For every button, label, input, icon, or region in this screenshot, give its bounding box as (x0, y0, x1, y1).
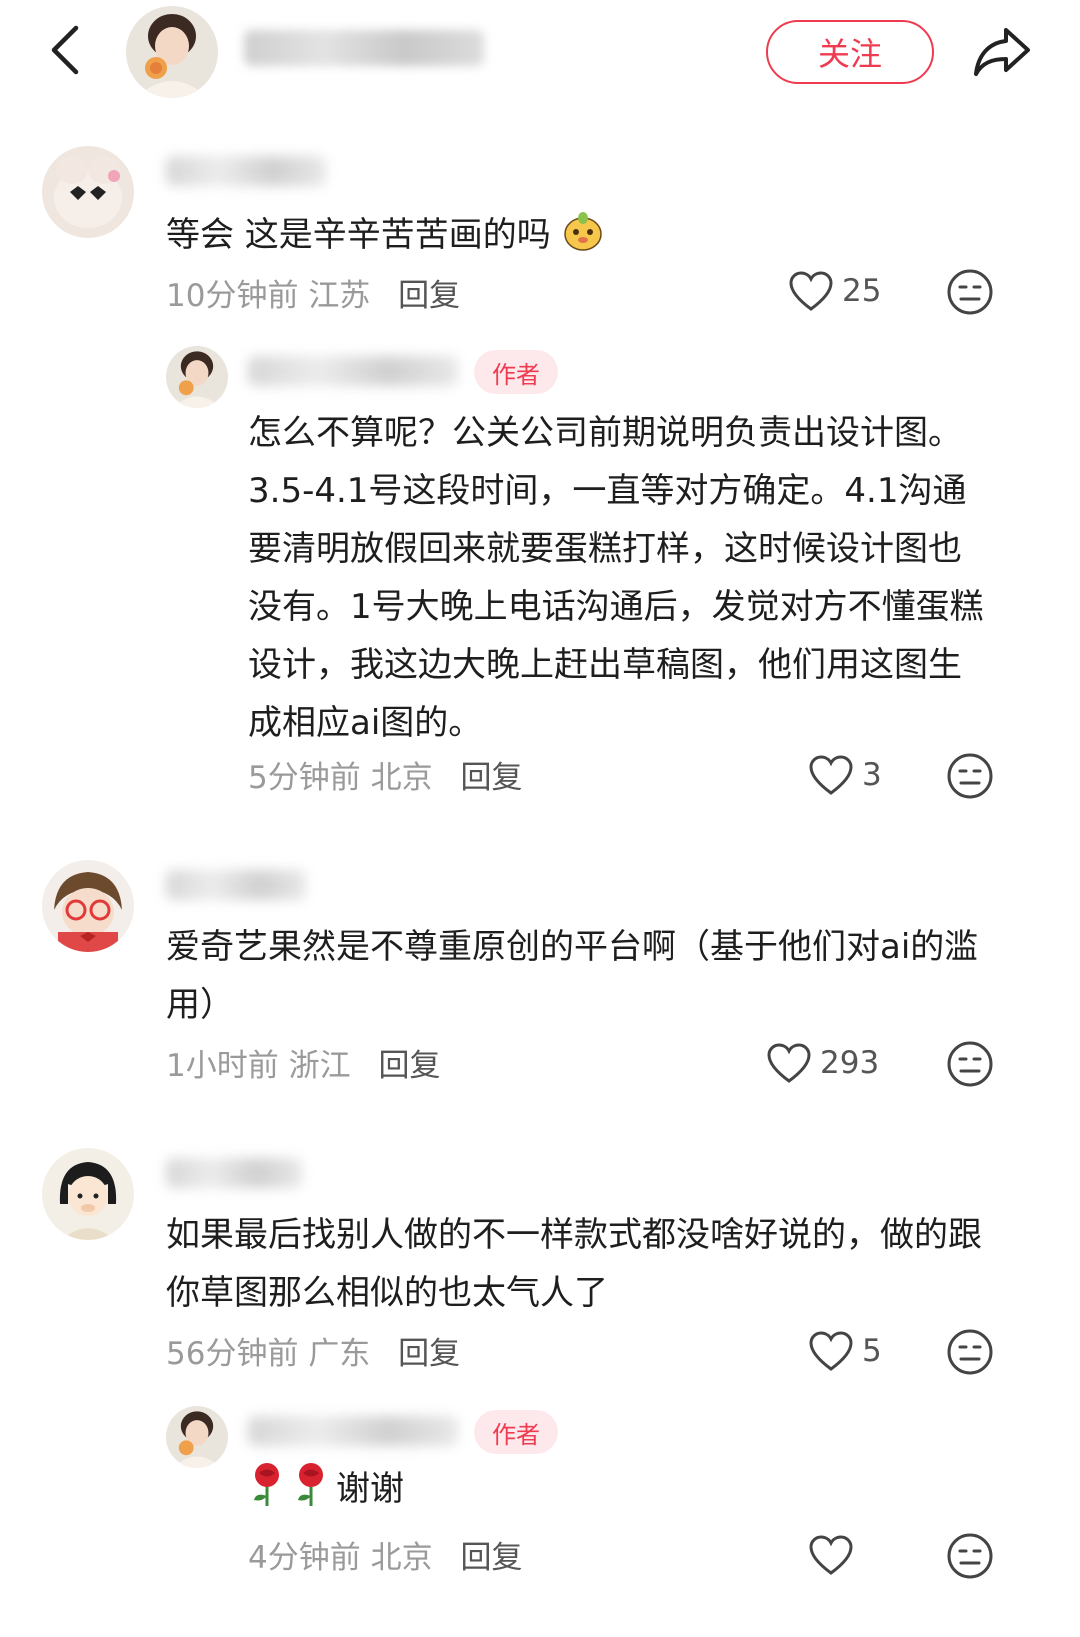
comment-time: 10分钟前 (166, 278, 299, 314)
comment-time: 56分钟前 (166, 1336, 299, 1372)
comment-meta: 1小时前 浙江 回复 (166, 1040, 440, 1085)
commenter-name-blurred (166, 156, 326, 186)
comment-text: 谢谢 (248, 1460, 992, 1518)
neutral-face-icon[interactable] (946, 1532, 994, 1580)
rose-icon (254, 1463, 279, 1506)
mustard-bear-emoji-icon (563, 212, 602, 251)
comment-meta: 4分钟前 北京 回复 (248, 1532, 522, 1577)
heart-outline-icon (809, 755, 853, 795)
rose-icon (298, 1463, 323, 1506)
like-count: 25 (842, 273, 882, 309)
comment-location: 北京 (370, 1540, 433, 1576)
like-button[interactable]: 25 (788, 270, 881, 312)
reply-button[interactable]: 回复 (398, 1336, 460, 1372)
top-bar: 关注 (0, 0, 1080, 100)
comment-text: 如果最后找别人做的不一样款式都没啥好说的，做的跟你草图那么相似的也太气人了 (166, 1215, 982, 1313)
like-button[interactable] (808, 1534, 854, 1576)
comment-meta: 10分钟前 江苏 回复 (166, 270, 460, 315)
comment-location: 江苏 (308, 278, 371, 314)
comment-location: 浙江 (288, 1048, 351, 1084)
comment-location: 广东 (308, 1336, 371, 1372)
neutral-face-icon[interactable] (946, 268, 994, 316)
author-reply-avatar[interactable] (166, 1406, 228, 1468)
reply-button[interactable]: 回复 (398, 278, 460, 314)
heart-outline-icon (809, 1331, 853, 1371)
author-badge: 作者 (474, 1410, 558, 1454)
comment-meta: 5分钟前 北京 回复 (248, 752, 522, 797)
comment-text: 爱奇艺果然是不尊重原创的平台啊（基于他们对ai的滥用） (166, 927, 979, 1025)
neutral-face-icon[interactable] (946, 1040, 994, 1088)
heart-outline-icon (767, 1043, 811, 1083)
commenter-name-blurred (166, 1158, 302, 1188)
comment-time: 4分钟前 (248, 1540, 361, 1576)
reply-button[interactable]: 回复 (460, 1540, 522, 1576)
heart-outline-icon (789, 271, 833, 311)
author-name-blurred (244, 30, 484, 66)
comment-text: 怎么不算呢？公关公司前期说明负责出设计图。3.5-4.1号这段时间，一直等对方确… (248, 413, 984, 743)
comment-time: 1小时前 (166, 1048, 279, 1084)
reply-button[interactable]: 回复 (460, 760, 522, 796)
comment-meta: 56分钟前 广东 回复 (166, 1328, 460, 1373)
like-count: 293 (820, 1045, 880, 1081)
author-name-blurred (248, 356, 458, 386)
comment-text: 等会 这是辛辛苦苦画的吗 (166, 206, 1026, 264)
follow-button[interactable]: 关注 (766, 20, 934, 84)
commenter-avatar[interactable] (42, 860, 134, 952)
neutral-face-icon[interactable] (946, 1328, 994, 1376)
back-chevron-icon[interactable] (44, 22, 88, 78)
like-button[interactable]: 5 (808, 1330, 882, 1372)
heart-outline-icon (809, 1535, 853, 1575)
like-button[interactable]: 293 (766, 1042, 879, 1084)
author-badge: 作者 (474, 350, 558, 394)
like-count: 3 (862, 757, 882, 793)
like-button[interactable]: 3 (808, 754, 882, 796)
author-avatar[interactable] (126, 6, 218, 98)
share-arrow-icon[interactable] (970, 18, 1034, 82)
comment-location: 北京 (370, 760, 433, 796)
comment-time: 5分钟前 (248, 760, 361, 796)
commenter-name-blurred (166, 870, 306, 900)
neutral-face-icon[interactable] (946, 752, 994, 800)
author-reply-avatar[interactable] (166, 346, 228, 408)
reply-button[interactable]: 回复 (378, 1048, 440, 1084)
commenter-avatar[interactable] (42, 1148, 134, 1240)
commenter-avatar[interactable] (42, 146, 134, 238)
author-name-blurred (248, 1416, 458, 1446)
like-count: 5 (862, 1333, 882, 1369)
